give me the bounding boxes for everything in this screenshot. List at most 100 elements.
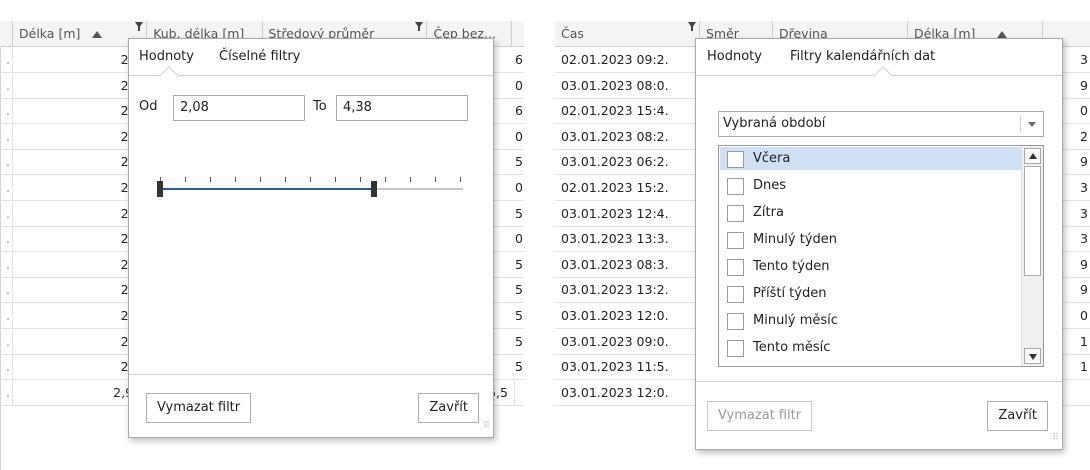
cell-delka: 9 bbox=[1080, 77, 1088, 93]
row-indicator: . bbox=[0, 380, 13, 405]
resize-grip-icon[interactable]: ⠿ bbox=[1046, 434, 1059, 446]
period-option[interactable]: Dnes bbox=[720, 174, 1021, 197]
cell-delka: 2 bbox=[1080, 128, 1088, 144]
left-header-stub bbox=[0, 21, 13, 47]
list-scrollbar[interactable] bbox=[1021, 146, 1043, 366]
period-list: Včera Dnes Zítra Minulý týden Tento týden Pří… bbox=[718, 145, 1044, 367]
cell-cas: 03.01.2023 13:2. bbox=[555, 278, 700, 303]
cell-cas: 02.01.2023 09:2. bbox=[555, 48, 700, 72]
period-option-label: Minulý měsíc bbox=[753, 313, 838, 328]
cell-cep: 0 bbox=[515, 180, 523, 195]
from-input[interactable]: 2,08 bbox=[173, 95, 305, 121]
header-cas[interactable]: Čas bbox=[555, 21, 700, 47]
to-label: To bbox=[313, 99, 327, 114]
cell-cas: 03.01.2023 09:0. bbox=[555, 329, 700, 354]
cell-cas: 02.01.2023 15:4. bbox=[555, 99, 700, 124]
slider-tick bbox=[260, 177, 261, 182]
slider-low-thumb[interactable] bbox=[157, 181, 163, 197]
row-indicator: . bbox=[0, 48, 13, 72]
period-dropdown[interactable]: Vybraná období bbox=[718, 111, 1044, 137]
chevron-down-icon bbox=[1029, 354, 1037, 360]
cell-delka: 0 bbox=[1080, 103, 1088, 119]
row-indicator: . bbox=[0, 227, 13, 252]
date-filter-popup: Hodnoty Filtry kalendářních dat Vybraná … bbox=[695, 38, 1063, 450]
close-button[interactable]: Zavřít bbox=[418, 393, 479, 423]
period-option-label: Minulý týden bbox=[753, 232, 838, 247]
clear-filter-button[interactable]: Vymazat filtr bbox=[707, 401, 813, 431]
cell-cas: 03.01.2023 13:3. bbox=[555, 227, 700, 252]
checkbox[interactable] bbox=[727, 178, 744, 195]
checkbox[interactable] bbox=[727, 286, 744, 303]
cell-delka: 3 bbox=[1080, 231, 1088, 247]
row-indicator: . bbox=[0, 201, 13, 226]
clear-filter-button[interactable]: Vymazat filtr bbox=[146, 393, 252, 423]
tab-divider bbox=[129, 75, 493, 76]
checkbox[interactable] bbox=[727, 340, 744, 357]
checkbox[interactable] bbox=[727, 151, 744, 168]
checkbox[interactable] bbox=[727, 232, 744, 249]
scroll-down-button[interactable] bbox=[1024, 348, 1041, 364]
row-indicator: . bbox=[0, 329, 13, 354]
tab-hodnoty[interactable]: Hodnoty bbox=[707, 49, 762, 64]
period-dropdown-value: Vybraná období bbox=[723, 116, 826, 131]
slider-tick bbox=[185, 177, 186, 182]
range-slider[interactable] bbox=[157, 169, 463, 199]
cell-cas: 03.01.2023 06:2. bbox=[555, 150, 700, 175]
slider-tick bbox=[410, 177, 411, 182]
tab-filtry-kalendarnich-dat[interactable]: Filtry kalendářních dat bbox=[790, 49, 935, 64]
tab-hodnoty[interactable]: Hodnoty bbox=[139, 49, 194, 64]
slider-tick bbox=[460, 177, 461, 182]
checkbox[interactable] bbox=[727, 313, 744, 330]
checkbox[interactable] bbox=[727, 259, 744, 276]
tab-ciselne-filtry[interactable]: Číselné filtry bbox=[219, 49, 300, 64]
numeric-filter-popup: Hodnoty Číselné filtry Od 2,08 To 4,38 V… bbox=[128, 38, 494, 438]
cell-cep: 0 bbox=[515, 77, 523, 93]
filter-icon[interactable] bbox=[135, 22, 144, 31]
row-indicator: . bbox=[0, 278, 13, 303]
period-option[interactable]: Příští týden bbox=[720, 282, 1021, 305]
cell-delka: 9 bbox=[1080, 256, 1088, 272]
period-option[interactable]: Tento měsíc bbox=[720, 336, 1021, 359]
cell-delka: 0 bbox=[1080, 308, 1088, 323]
period-option[interactable]: Tento týden bbox=[720, 255, 1021, 278]
cell-cep: 0 bbox=[515, 128, 523, 144]
period-option-label: Zítra bbox=[753, 205, 784, 220]
resize-grip-icon[interactable]: ⠿ bbox=[477, 422, 490, 434]
close-button[interactable]: Zavřít bbox=[987, 401, 1048, 431]
period-option[interactable]: Včera bbox=[720, 147, 1021, 170]
cell-cep: 5 bbox=[515, 333, 523, 349]
cell-cep: 0 bbox=[515, 231, 523, 247]
header-cas-label: Čas bbox=[561, 26, 584, 41]
period-option[interactable]: Minulý měsíc bbox=[720, 309, 1021, 332]
cell-cep: 5 bbox=[515, 359, 523, 375]
slider-tick bbox=[210, 177, 211, 182]
header-delka-label: Délka [m] bbox=[19, 26, 81, 41]
cell-cas: 03.01.2023 12:0. bbox=[555, 380, 700, 405]
scroll-up-button[interactable] bbox=[1024, 148, 1041, 164]
row-indicator: . bbox=[0, 252, 13, 277]
cell-cas: 03.01.2023 08:3. bbox=[555, 252, 700, 277]
cell-cep: 6 bbox=[515, 52, 523, 67]
slider-tick bbox=[235, 177, 236, 182]
checkbox[interactable] bbox=[727, 205, 744, 222]
cell-delka: 3 bbox=[1080, 205, 1088, 221]
chevron-down-icon[interactable] bbox=[1028, 122, 1036, 127]
period-option[interactable]: Zítra bbox=[720, 201, 1021, 224]
sort-ascending-icon[interactable] bbox=[92, 31, 103, 38]
active-tab-pointer bbox=[873, 66, 893, 86]
cell-cas: 03.01.2023 12:0. bbox=[555, 304, 700, 328]
row-indicator: . bbox=[0, 150, 13, 175]
filter-icon[interactable] bbox=[688, 22, 696, 31]
period-option-label: Dnes bbox=[753, 178, 787, 193]
scroll-thumb[interactable] bbox=[1024, 166, 1041, 276]
period-option[interactable]: Minulý týden bbox=[720, 228, 1021, 251]
filter-icon[interactable] bbox=[415, 22, 424, 31]
to-input[interactable]: 4,38 bbox=[336, 95, 468, 121]
slider-high-thumb[interactable] bbox=[371, 181, 378, 197]
cell-delka: 9 bbox=[1080, 154, 1088, 170]
cell-cep: 5 bbox=[515, 205, 523, 221]
cell-cep: 5 bbox=[515, 154, 523, 170]
sort-ascending-icon[interactable] bbox=[997, 31, 1008, 38]
slider-tick bbox=[310, 177, 311, 182]
slider-tick bbox=[335, 177, 336, 182]
